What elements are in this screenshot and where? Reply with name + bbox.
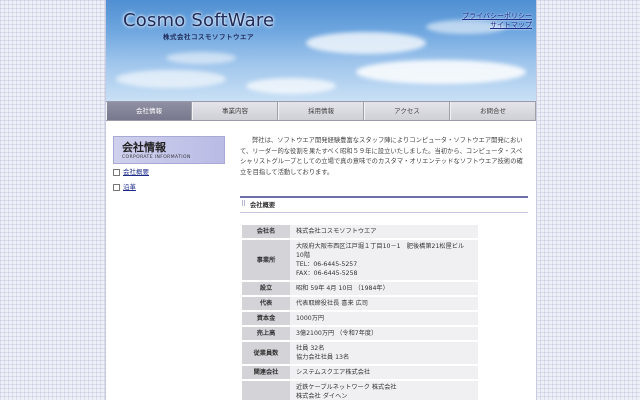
sidebar-link-overview[interactable]: 会社概要 xyxy=(123,168,149,176)
section-title: 会社概要 xyxy=(250,202,276,209)
table-row: 代表 代表取締役社長 喜来 広司 xyxy=(242,297,478,310)
sidebar-link-history[interactable]: 沿革 xyxy=(123,183,136,191)
row-value: システムスクエア株式会社 xyxy=(290,366,478,379)
header-banner: Cosmo SoftWare 株式会社コスモソフトウエア プライバシーポリシー … xyxy=(106,0,536,101)
sitemap-link[interactable]: サイトマップ xyxy=(462,21,532,30)
bullet-box-icon xyxy=(113,183,120,191)
site-logo[interactable]: Cosmo SoftWare xyxy=(123,10,274,31)
row-value: 株式会社コスモソフトウエア xyxy=(290,225,478,238)
row-value-line: 1000万円 xyxy=(296,315,325,322)
sidebar-item-overview[interactable]: 会社概要 xyxy=(113,168,225,177)
page: Cosmo SoftWare 株式会社コスモソフトウエア プライバシーポリシー … xyxy=(105,0,537,400)
row-value-line: TEL：06-6445-5257 xyxy=(296,261,358,268)
row-label: 売上高 xyxy=(242,327,290,340)
row-value: 近鉄ケーブルネットワーク 株式会社 株式会社 ダイヘン xyxy=(290,381,478,400)
row-value: 3億2100万円 （令和7年度） xyxy=(290,327,478,340)
main-content: 弊社は、ソフトウエア開発経験豊富なスタッフ陣によりコンピュータ・ソフトウエア開発… xyxy=(240,136,528,400)
row-value-line: 株式会社 ダイヘン xyxy=(296,393,348,400)
sidebar-title: 会社情報 CORPORATE INFORMATION xyxy=(113,136,225,164)
grip-dots-icon: ⠿ xyxy=(241,200,246,208)
nav-recruit[interactable]: 採用情報 xyxy=(278,102,364,120)
row-value-line: システムスクエア株式会社 xyxy=(296,369,371,376)
bullet-box-icon xyxy=(113,168,120,176)
main-nav: 会社情報 事業内容 採用情報 アクセス お問合せ xyxy=(106,101,536,121)
table-row: 従業員数 社員 32名協力会社社員 13名 xyxy=(242,342,478,364)
table-row: 資本金 1000万円 xyxy=(242,312,478,325)
sidebar-title-en: CORPORATE INFORMATION xyxy=(122,155,191,160)
table-row: 設立 昭和 59年 4月 10日 （1984年） xyxy=(242,282,478,295)
table-row: 売上高 3億2100万円 （令和7年度） xyxy=(242,327,478,340)
nav-company-info[interactable]: 会社情報 xyxy=(106,102,192,120)
row-value: 1000万円 xyxy=(290,312,478,325)
table-row: 会社名 株式会社コスモソフトウエア xyxy=(242,225,478,238)
header-links: プライバシーポリシー サイトマップ xyxy=(462,12,532,30)
privacy-policy-link[interactable]: プライバシーポリシー xyxy=(462,12,532,21)
table-row: 近鉄ケーブルネットワーク 株式会社 株式会社 ダイヘン xyxy=(242,381,478,400)
row-value: 昭和 59年 4月 10日 （1984年） xyxy=(290,282,478,295)
row-label: 代表 xyxy=(242,297,290,310)
table-row: 関連会社 システムスクエア株式会社 xyxy=(242,366,478,379)
intro-text: 弊社は、ソフトウエア開発経験豊富なスタッフ陣によりコンピュータ・ソフトウエア開発… xyxy=(240,137,523,176)
row-value-line: 株式会社コスモソフトウエア xyxy=(296,228,377,235)
sidebar-item-history[interactable]: 沿革 xyxy=(113,183,225,192)
table-row: 事業所 大阪府大阪市西区江戸堀１丁目10－1 肥後橋第21松屋ビル10階 TEL：0… xyxy=(242,240,478,280)
company-info-table: 会社名 株式会社コスモソフトウエア 事業所 大阪府大阪市西区江戸堀１丁目10－1 肥後… xyxy=(242,223,478,400)
row-label xyxy=(242,381,290,400)
row-value-line: 大阪府大阪市西区江戸堀１丁目10－1 肥後橋第21松屋ビル10階 xyxy=(296,243,465,259)
row-label: 事業所 xyxy=(242,240,290,280)
site-logo-subtitle: 株式会社コスモソフトウエア xyxy=(163,33,254,41)
row-value-line: 社員 32名 xyxy=(296,345,325,352)
row-value: 代表取締役社長 喜来 広司 xyxy=(290,297,478,310)
row-value-line: 代表取締役社長 喜来 広司 xyxy=(296,300,368,307)
row-label: 設立 xyxy=(242,282,290,295)
row-label: 会社名 xyxy=(242,225,290,238)
row-value-line: 協力会社社員 13名 xyxy=(296,354,350,361)
row-value: 大阪府大阪市西区江戸堀１丁目10－1 肥後橋第21松屋ビル10階 TEL：06-6… xyxy=(290,240,478,280)
nav-contact[interactable]: お問合せ xyxy=(450,102,536,120)
row-value-line: 近鉄ケーブルネットワーク 株式会社 xyxy=(296,384,397,391)
row-value-line: 3億2100万円 （令和7年度） xyxy=(296,330,378,337)
section-heading: ⠿ 会社概要 xyxy=(240,196,528,213)
row-value: 社員 32名協力会社社員 13名 xyxy=(290,342,478,364)
row-label: 関連会社 xyxy=(242,366,290,379)
nav-access[interactable]: アクセス xyxy=(364,102,450,120)
nav-business[interactable]: 事業内容 xyxy=(192,102,278,120)
row-label: 資本金 xyxy=(242,312,290,325)
row-label: 従業員数 xyxy=(242,342,290,364)
sidebar: 会社情報 CORPORATE INFORMATION 会社概要 沿革 xyxy=(113,136,225,192)
row-value-line: 昭和 59年 4月 10日 （1984年） xyxy=(296,285,389,292)
sidebar-title-jp: 会社情報 xyxy=(122,141,166,154)
row-value-line: FAX：06-6445-5258 xyxy=(296,270,358,277)
